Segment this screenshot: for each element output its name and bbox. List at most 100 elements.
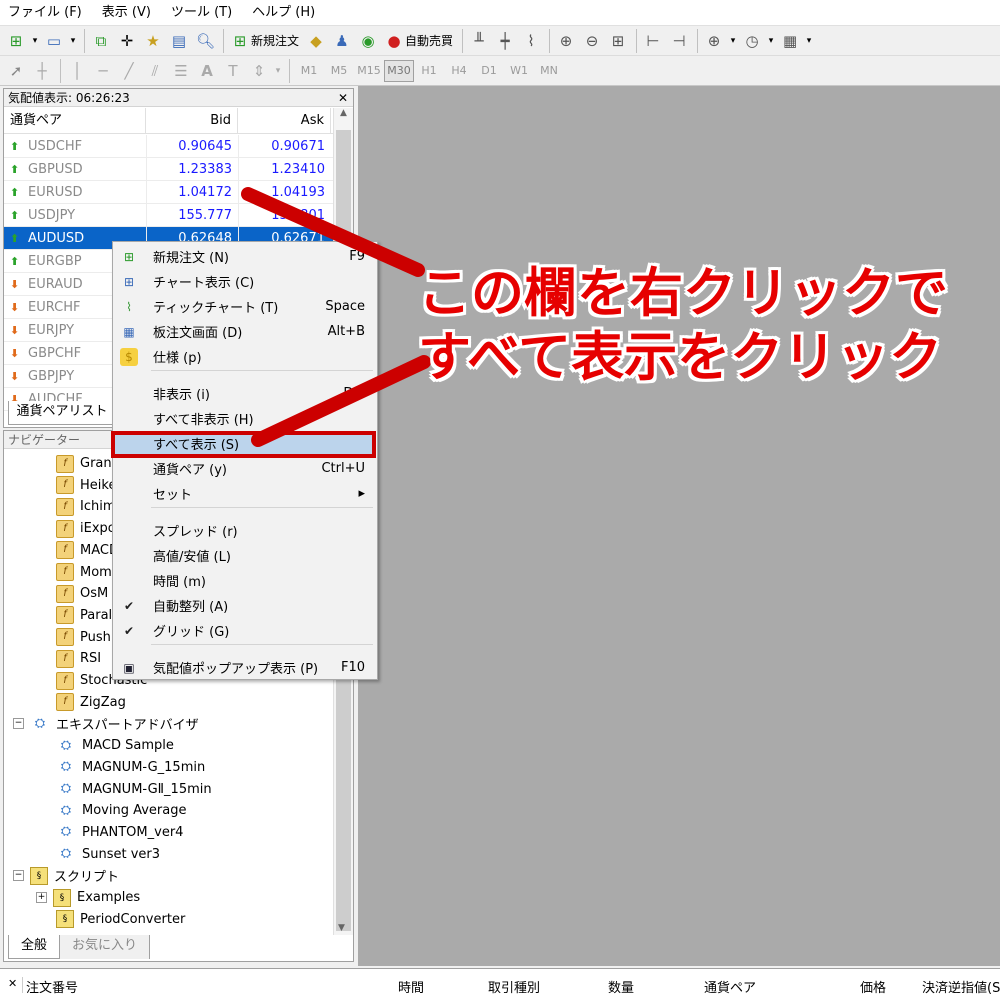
market-watch-button[interactable]: ⧉ — [89, 28, 113, 54]
column-stop-loss[interactable]: 決済逆指値(S — [922, 977, 1000, 996]
navigator-tree-item[interactable]: ⛭ MACD Sample — [56, 735, 174, 756]
context-menu-item[interactable]: ⊞ チャート表示 (C) — [115, 270, 375, 293]
chart-area[interactable] — [358, 86, 1000, 966]
candlestick-button[interactable]: ┿ — [493, 28, 517, 54]
arrows-dropdown[interactable]: ▾ — [273, 58, 283, 84]
navigator-tree-item[interactable]: + § Examples — [36, 887, 140, 908]
navigator-tree-item[interactable]: f Push — [56, 627, 111, 648]
navigator-tree-item[interactable]: § PeriodConverter — [56, 909, 185, 930]
column-volume[interactable]: 数量 — [608, 977, 634, 996]
navigator-tree-item[interactable]: ⛭ Moving Average — [56, 800, 187, 821]
new-order-button[interactable]: ⊞ 新規注文 — [228, 28, 302, 54]
navigator-tree-item[interactable]: f ZigZag — [56, 692, 126, 713]
column-price[interactable]: 価格 — [860, 977, 886, 996]
context-menu-item[interactable]: $ 仕様 (p) — [115, 345, 375, 368]
navigator-tree-item[interactable]: f Mom — [56, 562, 112, 583]
navigator-tree-item[interactable]: − § スクリプト — [13, 865, 119, 886]
timeframe-h4[interactable]: H4 — [444, 60, 474, 82]
horizontal-line-button[interactable]: ─ — [91, 58, 115, 84]
profiles-dropdown[interactable]: ▾ — [68, 28, 78, 54]
auto-trading-button[interactable]: ● 自動売買 — [382, 28, 456, 54]
market-watch-row[interactable]: ⬆ EURUSD 1.04172 1.04193 — [4, 180, 334, 204]
scroll-up-icon[interactable]: ▲ — [334, 108, 353, 118]
context-menu-item[interactable]: ⊞ 新規注文 (N) F9 — [115, 245, 375, 268]
menu-view[interactable]: 表示 (V) — [94, 0, 163, 26]
navigator-tree-item[interactable]: f Heike — [56, 475, 116, 496]
expand-icon[interactable]: + — [36, 892, 47, 903]
cursor-button[interactable]: ➚ — [4, 58, 28, 84]
navigator-tree-item[interactable]: f Paral — [56, 605, 112, 626]
scrollbar-thumb[interactable] — [336, 671, 351, 931]
menu-file[interactable]: ファイル (F) — [0, 0, 94, 26]
context-menu-item[interactable]: すべて非表示 (H) — [115, 407, 375, 430]
account-button[interactable]: ♟ — [330, 28, 354, 54]
context-menu-item[interactable]: ✔ グリッド (G) — [115, 619, 375, 642]
menu-help[interactable]: ヘルプ (H) — [244, 0, 327, 26]
tab-favorites[interactable]: お気に入り — [60, 935, 151, 959]
navigator-tree-item[interactable]: f RSI — [56, 648, 101, 669]
text-button[interactable]: A — [195, 58, 219, 84]
navigator-tree-item[interactable]: f Ichim — [56, 496, 116, 517]
navigator-tree-item[interactable]: ⛭ MAGNUM-GⅡ_15min — [56, 779, 212, 800]
new-chart-dropdown[interactable]: ▾ — [30, 28, 40, 54]
collapse-icon[interactable]: − — [13, 870, 24, 882]
symbol-column-header[interactable]: 通貨ペア — [4, 108, 146, 134]
timeframe-m5[interactable]: M5 — [324, 60, 354, 82]
navigator-tree-item[interactable]: f iExpo — [56, 518, 116, 539]
zoom-out-button[interactable]: ⊖ — [580, 28, 604, 54]
context-menu-item[interactable]: 非表示 (i) Del — [115, 382, 375, 405]
signals-button[interactable]: ◉ — [356, 28, 380, 54]
context-menu-item[interactable]: ⌇ ティックチャート (T) Space — [115, 295, 375, 318]
timeframe-h1[interactable]: H1 — [414, 60, 444, 82]
context-menu-item[interactable]: 時間 (m) — [115, 569, 375, 592]
context-menu-item[interactable]: ✔ 自動整列 (A) — [115, 594, 375, 617]
context-menu-item[interactable]: 高値/安値 (L) — [115, 544, 375, 567]
context-menu-item[interactable]: ▣ 気配値ポップアップ表示 (P) F10 — [115, 656, 375, 679]
context-menu-item[interactable]: 通貨ペア (y) Ctrl+U — [115, 457, 375, 480]
data-window-button[interactable]: ✛ — [115, 28, 139, 54]
market-watch-row[interactable]: ⬆ GBPUSD 1.23383 1.23410 — [4, 157, 334, 181]
terminal-button[interactable]: ▤ — [167, 28, 191, 54]
timeframe-mn[interactable]: MN — [534, 60, 564, 82]
column-order-number[interactable]: 注文番号 — [26, 977, 78, 996]
arrows-button[interactable]: ⇕ — [247, 58, 271, 84]
templates-dropdown[interactable]: ▾ — [804, 28, 814, 54]
ask-column-header[interactable]: Ask — [238, 108, 331, 134]
equidistant-channel-button[interactable]: ⫽ — [143, 58, 167, 84]
market-watch-row[interactable]: ⬆ USDCHF 0.90645 0.90671 — [4, 134, 334, 158]
navigator-tree-item[interactable]: − ⛭ エキスパートアドバイザ — [13, 713, 199, 734]
tile-windows-button[interactable]: ⊞ — [606, 28, 630, 54]
bid-column-header[interactable]: Bid — [146, 108, 238, 134]
periods-button[interactable]: ◷ — [740, 28, 764, 54]
indicators-button[interactable]: ⊕ — [702, 28, 726, 54]
context-menu-item[interactable]: セット ▸ — [115, 482, 375, 505]
timeframe-d1[interactable]: D1 — [474, 60, 504, 82]
crosshair-tool-button[interactable]: ┼ — [30, 58, 54, 84]
strategy-tester-button[interactable]: 🔍︎ — [193, 28, 217, 54]
market-watch-row[interactable]: ⬆ USDJPY 155.777 155.801 — [4, 203, 334, 227]
templates-button[interactable]: ▦ — [778, 28, 802, 54]
navigator-tree-item[interactable]: ⛭ MAGNUM-G_15min — [56, 757, 205, 778]
menu-tools[interactable]: ツール (T) — [163, 0, 244, 26]
trendline-button[interactable]: ╱ — [117, 58, 141, 84]
vertical-line-button[interactable]: │ — [65, 58, 89, 84]
profiles-button[interactable]: ▭ — [42, 28, 66, 54]
timeframe-m15[interactable]: M15 — [354, 60, 384, 82]
text-label-button[interactable]: T — [221, 58, 245, 84]
bar-chart-button[interactable]: ╨ — [467, 28, 491, 54]
line-chart-button[interactable]: ⌇ — [519, 28, 543, 54]
navigator-button[interactable]: ★ — [141, 28, 165, 54]
scroll-down-icon[interactable]: ▼ — [338, 923, 345, 933]
chart-shift-button[interactable]: ⊢ — [641, 28, 665, 54]
auto-scroll-button[interactable]: ⊣ — [667, 28, 691, 54]
tab-symbol-list[interactable]: 通貨ペアリスト — [8, 401, 116, 425]
periods-dropdown[interactable]: ▾ — [766, 28, 776, 54]
close-icon[interactable]: ✕ — [338, 89, 348, 107]
column-time[interactable]: 時間 — [398, 977, 424, 996]
navigator-tree-item[interactable]: f MACD — [56, 540, 119, 561]
zoom-in-button[interactable]: ⊕ — [554, 28, 578, 54]
context-menu-item[interactable]: スプレッド (r) — [115, 519, 375, 542]
collapse-icon[interactable]: − — [13, 718, 24, 730]
tab-common[interactable]: 全般 — [8, 935, 61, 959]
context-menu-item[interactable]: ▦ 板注文画面 (D) Alt+B — [115, 320, 375, 343]
